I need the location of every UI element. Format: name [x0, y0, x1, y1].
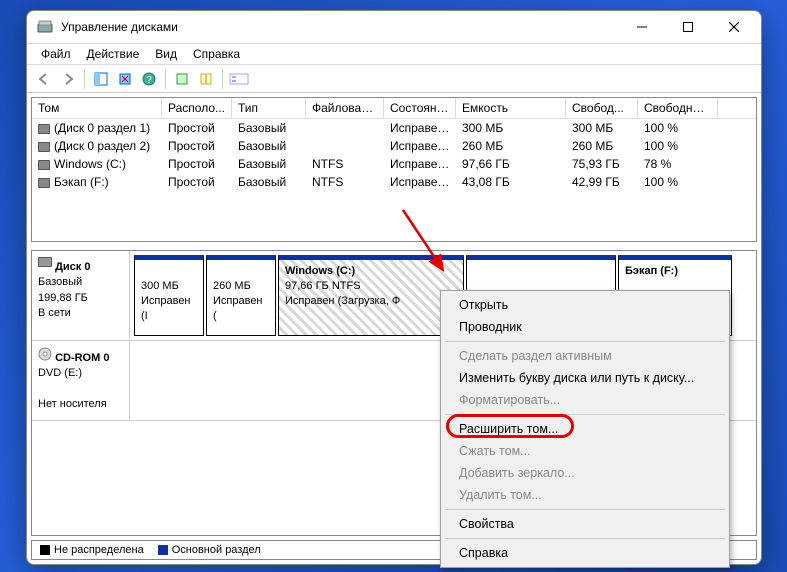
- cdrom-status: Нет носителя: [38, 398, 107, 410]
- legend-unallocated-label: Не распределена: [54, 544, 144, 556]
- cm-help[interactable]: Справка: [443, 542, 727, 564]
- disk-0-label[interactable]: Диск 0 Базовый 199,88 ГБ В сети: [32, 251, 130, 340]
- cm-make-active: Сделать раздел активным: [443, 345, 727, 367]
- col-type[interactable]: Тип: [232, 98, 306, 118]
- col-fs[interactable]: Файловая с...: [306, 98, 384, 118]
- toolbar-icon-4[interactable]: [171, 68, 193, 90]
- toolbar-icon-5[interactable]: [195, 68, 217, 90]
- disk-0-type: Базовый: [38, 276, 82, 288]
- cdrom-name: CD-ROM 0: [55, 352, 109, 364]
- col-layout[interactable]: Располо...: [162, 98, 232, 118]
- maximize-button[interactable]: [665, 12, 711, 42]
- disk-0-name: Диск 0: [55, 261, 90, 273]
- partition-2[interactable]: 260 МБИсправен (: [206, 255, 276, 336]
- cm-add-mirror: Добавить зеркало...: [443, 462, 727, 484]
- menu-view[interactable]: Вид: [147, 45, 185, 63]
- menu-help[interactable]: Справка: [185, 45, 248, 63]
- minimize-button[interactable]: [619, 12, 665, 42]
- menubar: Файл Действие Вид Справка: [27, 43, 761, 65]
- forward-button[interactable]: [57, 68, 79, 90]
- cdrom-drive: DVD (E:): [38, 367, 82, 379]
- col-pct[interactable]: Свободно %: [638, 98, 718, 118]
- context-menu: Открыть Проводник Сделать раздел активны…: [440, 290, 730, 568]
- disk-0-status: В сети: [38, 307, 71, 319]
- cm-shrink-volume: Сжать том...: [443, 440, 727, 462]
- help-button[interactable]: ?: [138, 68, 160, 90]
- disk-icon: [38, 257, 52, 267]
- legend-primary-icon: [158, 545, 168, 555]
- cm-explorer[interactable]: Проводник: [443, 316, 727, 338]
- col-status[interactable]: Состояние: [384, 98, 456, 118]
- cdrom-label[interactable]: CD-ROM 0 DVD (E:) Нет носителя: [32, 341, 130, 420]
- partition-1[interactable]: 300 МБИсправен (I: [134, 255, 204, 336]
- volume-row[interactable]: Windows (C:)ПростойБазовыйNTFSИсправен..…: [32, 155, 756, 173]
- volume-list: Том Располо... Тип Файловая с... Состоян…: [31, 97, 757, 242]
- app-icon: [37, 19, 53, 35]
- volume-row[interactable]: (Диск 0 раздел 1)ПростойБазовыйИсправен.…: [32, 119, 756, 137]
- disk-0-size: 199,88 ГБ: [38, 292, 88, 304]
- volume-row[interactable]: (Диск 0 раздел 2)ПростойБазовыйИсправен.…: [32, 137, 756, 155]
- volume-header-row: Том Располо... Тип Файловая с... Состоян…: [32, 98, 756, 119]
- partition-windows-c[interactable]: Windows (C:) 97,66 ГБ NTFS Исправен (Заг…: [278, 255, 464, 336]
- legend-unallocated-icon: [40, 545, 50, 555]
- legend-primary-label: Основной раздел: [172, 544, 261, 556]
- col-free[interactable]: Свобод...: [566, 98, 638, 118]
- cm-delete-volume: Удалить том...: [443, 484, 727, 506]
- cm-extend-volume[interactable]: Расширить том...: [443, 418, 727, 440]
- window-title: Управление дисками: [61, 20, 619, 34]
- cm-properties[interactable]: Свойства: [443, 513, 727, 535]
- toolbar-icon-6[interactable]: [228, 68, 250, 90]
- col-volume[interactable]: Том: [32, 98, 162, 118]
- col-capacity[interactable]: Емкость: [456, 98, 566, 118]
- menu-action[interactable]: Действие: [79, 45, 148, 63]
- refresh-button[interactable]: [114, 68, 136, 90]
- titlebar: Управление дисками: [27, 11, 761, 43]
- toolbar: ?: [27, 65, 761, 93]
- svg-text:?: ?: [146, 75, 152, 86]
- cm-open[interactable]: Открыть: [443, 294, 727, 316]
- toolbar-icon[interactable]: [90, 68, 112, 90]
- cm-format: Форматировать...: [443, 389, 727, 411]
- cdrom-icon: [38, 347, 52, 361]
- volume-row[interactable]: Бэкап (F:)ПростойБазовыйNTFSИсправен...4…: [32, 173, 756, 191]
- menu-file[interactable]: Файл: [33, 45, 79, 63]
- cm-change-letter[interactable]: Изменить букву диска или путь к диску...: [443, 367, 727, 389]
- back-button[interactable]: [33, 68, 55, 90]
- close-button[interactable]: [711, 12, 757, 42]
